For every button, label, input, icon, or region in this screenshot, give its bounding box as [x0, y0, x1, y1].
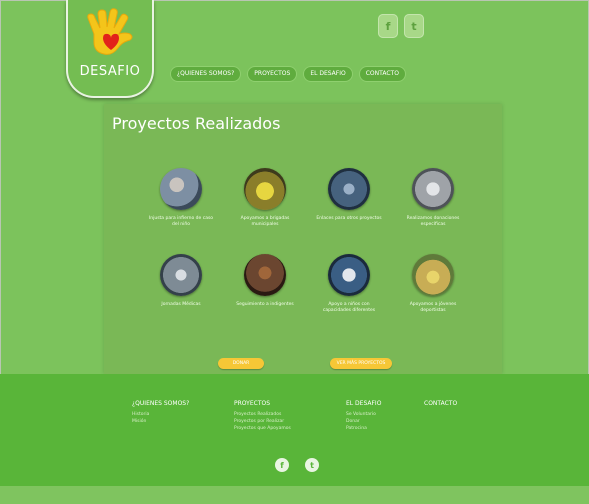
project-card[interactable]: Apoyamos a brigadas municipales [230, 168, 300, 228]
twitter-icon[interactable]: t [305, 458, 319, 472]
site-header: DESAFIO f t ¿QUIENES SOMOS? PROYECTOS EL… [0, 0, 589, 100]
bottom-band [0, 486, 589, 504]
project-card[interactable]: Jornadas Médicas [146, 254, 216, 308]
footer-link[interactable]: Historia [132, 411, 189, 418]
donar-button[interactable]: DONAR [218, 358, 264, 369]
facebook-icon[interactable]: f [275, 458, 289, 472]
project-photo [328, 168, 370, 210]
project-card[interactable]: Injusta para infierno de caso del niño [146, 168, 216, 228]
footer-link[interactable]: Misión [132, 418, 189, 425]
footer-link[interactable]: Proyectos Realizados [234, 411, 291, 418]
project-photo [160, 168, 202, 210]
nav-contacto[interactable]: CONTACTO [358, 66, 406, 82]
hand-heart-logo-icon [87, 8, 133, 55]
project-photo [328, 254, 370, 296]
header-social: f t [378, 14, 424, 38]
footer-link[interactable]: Patrocina [346, 425, 381, 432]
facebook-icon[interactable]: f [378, 14, 398, 38]
logo-text: DESAFIO [79, 64, 141, 79]
twitter-icon[interactable]: t [404, 14, 424, 38]
project-card[interactable]: Enlaces para otros proyectos [314, 168, 384, 222]
footer-link[interactable]: Proyectos por Realizar [234, 418, 291, 425]
project-caption: Apoyo a niños con capacidades diferentes [322, 302, 376, 313]
project-card[interactable]: Seguimiento a indigentes [230, 254, 300, 308]
project-photo [412, 254, 454, 296]
projects-panel: Proyectos Realizados Injusta para infier… [104, 104, 502, 374]
nav-el-desafio[interactable]: EL DESAFIO [303, 66, 353, 82]
footer-social: f t [275, 458, 319, 472]
project-card[interactable]: Apoyo a niños con capacidades diferentes [314, 254, 384, 314]
site-footer: ¿QUIENES SOMOS? Historia Misión PROYECTO… [0, 374, 589, 486]
project-photo [244, 254, 286, 296]
project-photo [160, 254, 202, 296]
project-photo [412, 168, 454, 210]
footer-col-proyectos: PROYECTOS Proyectos Realizados Proyectos… [234, 400, 291, 432]
footer-link[interactable]: Proyectos que Apoyamos [234, 425, 291, 432]
project-caption: Apoyamos a jóvenes deportistas [409, 302, 457, 313]
project-photo [244, 168, 286, 210]
project-caption: Apoyamos a brigadas municipales [240, 216, 290, 227]
footer-heading[interactable]: EL DESAFIO [346, 400, 381, 407]
more-projects-button[interactable]: VER MÁS PROYECTOS [330, 358, 392, 369]
main-nav: ¿QUIENES SOMOS? PROYECTOS EL DESAFIO CON… [170, 66, 406, 82]
logo[interactable]: DESAFIO [66, 0, 154, 98]
footer-col-quienes-somos: ¿QUIENES SOMOS? Historia Misión [132, 400, 189, 425]
footer-link[interactable]: Donar [346, 418, 381, 425]
project-caption: Jornadas Médicas [161, 302, 201, 307]
nav-proyectos[interactable]: PROYECTOS [247, 66, 298, 82]
nav-quienes-somos[interactable]: ¿QUIENES SOMOS? [170, 66, 242, 82]
footer-heading[interactable]: CONTACTO [424, 400, 457, 407]
footer-heading[interactable]: PROYECTOS [234, 400, 291, 407]
project-card[interactable]: Realizamos donaciones específicas [398, 168, 468, 228]
project-caption: Realizamos donaciones específicas [406, 216, 460, 227]
footer-heading[interactable]: ¿QUIENES SOMOS? [132, 400, 189, 407]
footer-col-el-desafio: EL DESAFIO Se Voluntario Donar Patrocina [346, 400, 381, 432]
footer-link[interactable]: Se Voluntario [346, 411, 381, 418]
project-caption: Seguimiento a indigentes [236, 302, 294, 307]
project-caption: Injusta para infierno de caso del niño [148, 216, 214, 227]
project-card[interactable]: Apoyamos a jóvenes deportistas [398, 254, 468, 314]
project-caption: Enlaces para otros proyectos [316, 216, 382, 221]
page-title: Proyectos Realizados [112, 114, 281, 133]
footer-col-contacto: CONTACTO [424, 400, 457, 411]
